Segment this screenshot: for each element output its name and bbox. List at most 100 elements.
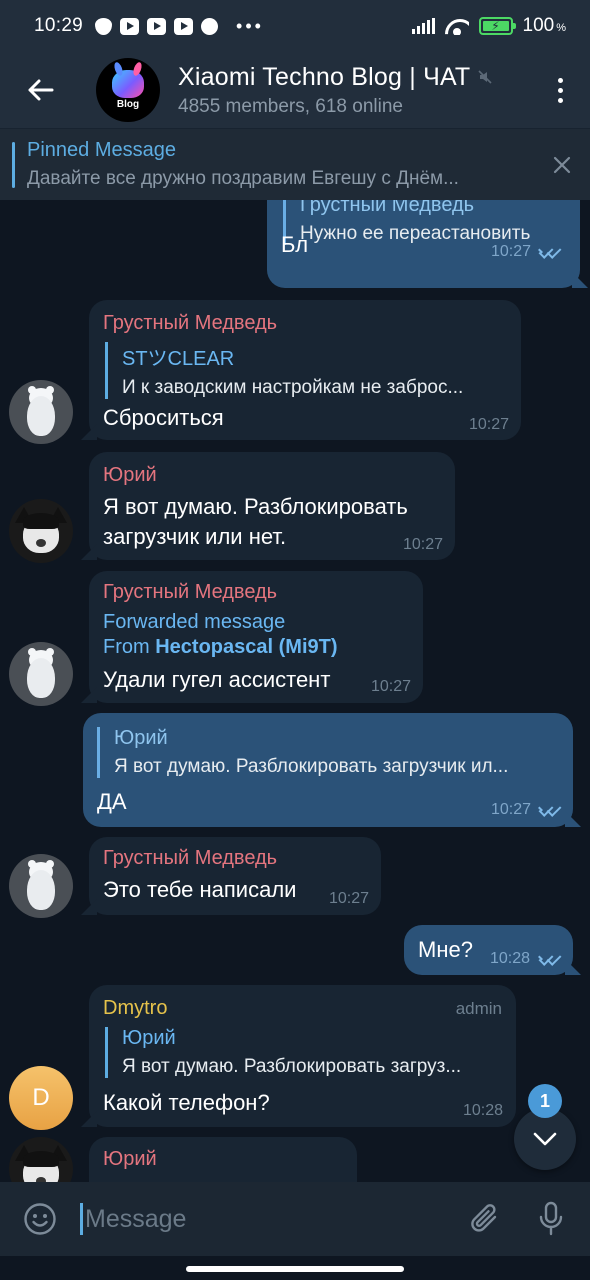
reply-preview[interactable]: Юрий Я вот думаю. Разблокировать загрузч… bbox=[97, 727, 559, 778]
message-text: Удали гугел ассистент bbox=[103, 667, 331, 692]
more-vert-icon bbox=[557, 77, 563, 83]
message-text: ДА bbox=[97, 789, 127, 814]
reply-sender: Юрий bbox=[114, 727, 168, 749]
chat-info[interactable]: Xiaomi Techno Blog | ЧАТ 4855 members, 6… bbox=[178, 63, 530, 118]
message-bubble-incoming[interactable]: Грустный Медведь Forwarded message From … bbox=[89, 571, 423, 703]
attach-button[interactable] bbox=[452, 1182, 518, 1256]
avatar-logo-text: Blog bbox=[116, 99, 140, 110]
message-text: Я вот думаю. Разблокировать загрузчик ил… bbox=[103, 492, 408, 552]
message-time: 10:27 bbox=[371, 678, 412, 695]
message-sender: Юрий bbox=[103, 464, 157, 486]
back-arrow-icon bbox=[28, 79, 54, 101]
avatar-letter: D bbox=[32, 1084, 50, 1111]
reply-preview[interactable]: Юрий Я вот думаю. Разблокировать загруз.… bbox=[105, 1027, 501, 1078]
message-time: 10:27 bbox=[403, 536, 444, 553]
shield-icon bbox=[95, 17, 113, 35]
avatar[interactable]: D bbox=[9, 1066, 73, 1130]
back-button[interactable] bbox=[0, 52, 80, 128]
reply-text: Я вот думаю. Разблокировать загруз... bbox=[122, 1056, 462, 1077]
message-sender: Грустный Медведь bbox=[103, 581, 278, 603]
youtube-icon bbox=[120, 17, 140, 35]
reply-text: И к заводским настройкам не заброс... bbox=[122, 377, 464, 398]
signal-icon bbox=[411, 18, 435, 34]
forwarded-from[interactable]: From Hectopascal (Mi9T) bbox=[103, 636, 338, 659]
message-bubble-incoming[interactable]: Юрий bbox=[89, 1137, 357, 1182]
chevron-down-icon bbox=[533, 1132, 557, 1146]
message-bubble-incoming[interactable]: Юрий Я вот думаю. Разблокировать загрузч… bbox=[89, 452, 455, 560]
message-text: Это тебе написали bbox=[103, 877, 297, 902]
reply-sender: STツCLEAR bbox=[122, 348, 235, 370]
close-pinned-button[interactable] bbox=[534, 129, 590, 201]
reply-sender: Юрий bbox=[122, 1027, 176, 1049]
avatar[interactable] bbox=[9, 380, 73, 444]
message-text-line: загрузчик или нет. bbox=[103, 524, 287, 549]
emoji-icon bbox=[24, 1203, 56, 1235]
status-time: 10:29 bbox=[34, 15, 84, 36]
admin-badge: admin bbox=[455, 999, 502, 1018]
avatar[interactable] bbox=[9, 642, 73, 706]
emoji-button[interactable] bbox=[0, 1182, 80, 1256]
message-text: Какой телефон? bbox=[103, 1090, 270, 1115]
more-notifications-icon: ••• bbox=[236, 15, 264, 36]
muted-icon bbox=[478, 70, 492, 84]
reply-text: Нужно ее переастановить bbox=[300, 223, 531, 244]
reply-text: Я вот думаю. Разблокировать загрузчик ил… bbox=[114, 756, 509, 777]
youtube-icon bbox=[174, 17, 194, 35]
text-cursor bbox=[80, 1203, 83, 1235]
reply-sender: Грустный Медведь bbox=[300, 200, 475, 216]
message-bubble-outgoing[interactable]: Юрий Я вот думаю. Разблокировать загрузч… bbox=[83, 713, 573, 827]
blog-logo-icon bbox=[112, 70, 144, 98]
message-list[interactable]: Грустный Медведь Нужно ее переастановить… bbox=[0, 200, 590, 1182]
message-time: 10:27 bbox=[329, 890, 370, 907]
message-text: Мне? bbox=[418, 937, 473, 962]
message-time: 10:27 bbox=[491, 243, 532, 260]
message-input[interactable] bbox=[85, 1182, 452, 1256]
chat-bubble-icon bbox=[201, 17, 219, 35]
more-options-button[interactable] bbox=[530, 52, 590, 128]
avatar[interactable] bbox=[9, 499, 73, 563]
battery-icon: ⚡ bbox=[478, 17, 516, 35]
gesture-nav-handle[interactable] bbox=[0, 1256, 590, 1280]
pinned-preview: Давайте все дружно поздравим Евгешу с Дн… bbox=[27, 168, 459, 189]
reply-preview[interactable]: STツCLEAR И к заводским настройкам не заб… bbox=[105, 342, 505, 399]
system-icons: ⚡ 100% bbox=[411, 15, 566, 37]
message-sender: Грустный Медведь bbox=[103, 847, 278, 869]
message-time: 10:28 bbox=[490, 950, 531, 967]
wifi-icon bbox=[445, 17, 469, 35]
double-check-icon bbox=[537, 244, 563, 258]
forwarded-from-prefix: From bbox=[103, 636, 150, 658]
message-bubble-incoming[interactable]: Грустный Медведь Это тебе написали 10:27 bbox=[89, 837, 381, 915]
forwarded-from-name: Hectopascal (Mi9T) bbox=[155, 636, 338, 658]
notification-icons: ••• bbox=[95, 16, 264, 37]
chat-subtitle: 4855 members, 618 online bbox=[178, 95, 403, 117]
unread-count-badge: 1 bbox=[528, 1084, 562, 1118]
message-sender: Грустный Медведь bbox=[103, 312, 278, 334]
youtube-icon bbox=[147, 17, 167, 35]
close-icon bbox=[553, 156, 571, 173]
avatar[interactable] bbox=[9, 854, 73, 918]
message-bubble-outgoing[interactable]: Мне? 10:28 bbox=[404, 925, 573, 975]
message-bubble-outgoing[interactable]: Грустный Медведь Нужно ее переастановить… bbox=[267, 200, 580, 288]
message-time: 10:28 bbox=[463, 1102, 504, 1119]
avatar[interactable] bbox=[9, 1137, 73, 1182]
double-check-icon bbox=[537, 951, 563, 965]
pinned-title: Pinned Message bbox=[27, 139, 176, 161]
chat-title: Xiaomi Techno Blog | ЧАТ bbox=[178, 62, 471, 91]
forwarded-label: Forwarded message bbox=[103, 611, 286, 633]
microphone-button[interactable] bbox=[518, 1182, 584, 1256]
microphone-icon bbox=[539, 1201, 563, 1236]
message-time: 10:27 bbox=[469, 416, 510, 433]
chat-avatar[interactable]: Blog bbox=[96, 58, 160, 122]
message-sender: Юрий bbox=[103, 1148, 157, 1170]
message-composer bbox=[0, 1182, 590, 1256]
status-bar: 10:29 ••• ⚡ 100% bbox=[0, 0, 590, 52]
reply-preview[interactable]: Грустный Медведь Нужно ее переастановить bbox=[283, 200, 568, 245]
message-text: Сброситься bbox=[103, 405, 224, 430]
message-sender: Dmytro bbox=[103, 997, 168, 1019]
message-text: Бл bbox=[281, 232, 309, 257]
message-bubble-incoming[interactable]: Грустный Медведь STツCLEAR И к заводским … bbox=[89, 300, 521, 440]
pinned-message-bar[interactable]: Pinned Message Давайте все дружно поздра… bbox=[0, 128, 590, 200]
double-check-icon bbox=[537, 802, 563, 816]
message-bubble-incoming[interactable]: Dmytro admin Юрий Я вот думаю. Разблокир… bbox=[89, 985, 516, 1127]
message-text-line: Я вот думаю. Разблокировать bbox=[103, 494, 408, 519]
